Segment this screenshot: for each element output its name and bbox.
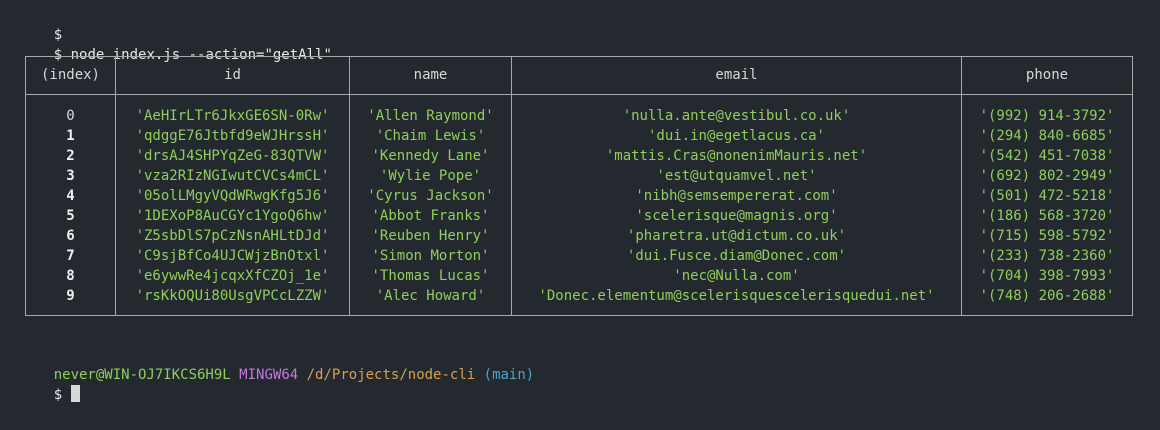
cell-index: 6 [66, 228, 75, 244]
cell-phone: '(186) 568-3720' [979, 208, 1115, 224]
cell-email: 'nec@Nulla.com' [673, 268, 800, 284]
header-index: (index) [40, 67, 100, 83]
cell-index: 0 [66, 108, 75, 124]
cell-phone: '(233) 738-2360' [979, 248, 1115, 264]
table-row: 1 'qdggE76Jtbfd9eWJHrssH' 'Chaim Lewis' … [26, 126, 1132, 146]
cell-name: 'Kennedy Lane' [371, 148, 490, 164]
table-row: 0 'AeHIrLTr6JkxGE6SN-0Rw' 'Allen Raymond… [26, 106, 1132, 126]
previous-prompt-line: $ [20, 5, 62, 43]
table-row: 8 'e6ywwRe4jcqxXfCZOj_1e' 'Thomas Lucas'… [26, 266, 1132, 286]
cell-email: 'nibh@semsempererat.com' [635, 188, 838, 204]
cell-id: 'C9sjBfCo4UJCWjzBnOtxl' [135, 248, 330, 264]
table-row: 7 'C9sjBfCo4UJCWjzBnOtxl' 'Simon Morton'… [26, 246, 1132, 266]
cell-index: 5 [66, 208, 75, 224]
current-path: /d/Projects/node-cli [306, 367, 476, 383]
cell-name: 'Thomas Lucas' [371, 268, 490, 284]
text-cursor[interactable] [71, 385, 81, 402]
cell-phone: '(542) 451-7038' [979, 148, 1115, 164]
cell-id: 'qdggE76Jtbfd9eWJHrssH' [135, 128, 330, 144]
cell-id: 'e6ywwRe4jcqxXfCZOj_1e' [135, 268, 330, 284]
shell-name: MINGW64 [239, 367, 299, 383]
prompt-symbol: $ [53, 387, 63, 403]
user-host: never@WIN-OJ7IKCS6H9L [53, 367, 231, 383]
table-header-row: (index) id name email phone [26, 57, 1132, 95]
cell-id: 'AeHIrLTr6JkxGE6SN-0Rw' [135, 108, 330, 124]
header-name: name [413, 67, 448, 83]
cell-phone: '(692) 802-2949' [979, 168, 1115, 184]
command-line: $ node index.js --action="getAll" [20, 25, 332, 63]
cell-index: 8 [66, 268, 75, 284]
cell-id: '05olLMgyVQdWRwgKfg5J6' [135, 188, 330, 204]
cell-name: 'Abbot Franks' [371, 208, 490, 224]
cell-email: 'Donec.elementum@scelerisquescelerisqued… [538, 288, 935, 304]
cell-phone: '(294) 840-6685' [979, 128, 1115, 144]
table-row: 3 'vza2RIzNGIwutCVCs4mCL' 'Wylie Pope' '… [26, 166, 1132, 186]
terminal-window[interactable]: $ $ node index.js --action="getAll" (ind… [0, 0, 1160, 430]
cell-email: 'dui.Fusce.diam@Donec.com' [626, 248, 847, 264]
table-row: 2 'drsAJ4SHPYqZeG-83QTVW' 'Kennedy Lane'… [26, 146, 1132, 166]
table-row: 9 'rsKkOQUi80UsgVPCcLZZW' 'Alec Howard' … [26, 286, 1132, 306]
cell-name: 'Alec Howard' [375, 288, 486, 304]
cell-email: 'dui.in@egetlacus.ca' [647, 128, 825, 144]
cell-name: 'Wylie Pope' [379, 168, 482, 184]
cell-phone: '(992) 914-3792' [979, 108, 1115, 124]
cell-name: 'Reuben Henry' [371, 228, 490, 244]
table-body: 0 'AeHIrLTr6JkxGE6SN-0Rw' 'Allen Raymond… [26, 106, 1132, 306]
cell-email: 'est@utquamvel.net' [656, 168, 817, 184]
table-row: 4 '05olLMgyVQdWRwgKfg5J6' 'Cyrus Jackson… [26, 186, 1132, 206]
table-row: 5 '1DEXoP8AuCGYc1YgoQ6hw' 'Abbot Franks'… [26, 206, 1132, 226]
cell-name: 'Chaim Lewis' [375, 128, 486, 144]
cell-index: 3 [66, 168, 75, 184]
cell-email: 'scelerisque@magnis.org' [635, 208, 838, 224]
shell-prompt-info: never@WIN-OJ7IKCS6H9L MINGW64 /d/Project… [20, 345, 535, 383]
cell-email: 'mattis.Cras@nonenimMauris.net' [605, 148, 868, 164]
cell-name: 'Allen Raymond' [367, 108, 494, 124]
cell-id: 'vza2RIzNGIwutCVCs4mCL' [135, 168, 330, 184]
cell-name: 'Simon Morton' [371, 248, 490, 264]
header-email: email [715, 67, 758, 83]
cell-index: 2 [66, 148, 75, 164]
cell-name: 'Cyrus Jackson' [367, 188, 494, 204]
table-row: 6 'Z5sbDlS7pCzNsnAHLtDJd' 'Reuben Henry'… [26, 226, 1132, 246]
cell-phone: '(748) 206-2688' [979, 288, 1115, 304]
cell-email: 'nulla.ante@vestibul.co.uk' [622, 108, 851, 124]
console-table: (index) id name email phone 0 'AeHIrLTr6… [25, 56, 1133, 316]
cell-index: 1 [66, 128, 75, 144]
cell-id: 'drsAJ4SHPYqZeG-83QTVW' [135, 148, 330, 164]
input-line[interactable]: $ [20, 365, 81, 403]
cell-id: 'Z5sbDlS7pCzNsnAHLtDJd' [135, 228, 330, 244]
cell-index: 7 [66, 248, 75, 264]
cell-phone: '(715) 598-5792' [979, 228, 1115, 244]
cell-index: 9 [66, 288, 75, 304]
cell-email: 'pharetra.ut@dictum.co.uk' [626, 228, 847, 244]
cell-index: 4 [66, 188, 75, 204]
header-id: id [224, 67, 241, 83]
cell-phone: '(704) 398-7993' [979, 268, 1115, 284]
cell-id: '1DEXoP8AuCGYc1YgoQ6hw' [135, 208, 330, 224]
cell-id: 'rsKkOQUi80UsgVPCcLZZW' [135, 288, 330, 304]
header-phone: phone [1025, 67, 1069, 83]
cell-phone: '(501) 472-5218' [979, 188, 1115, 204]
git-branch: (main) [483, 367, 535, 383]
